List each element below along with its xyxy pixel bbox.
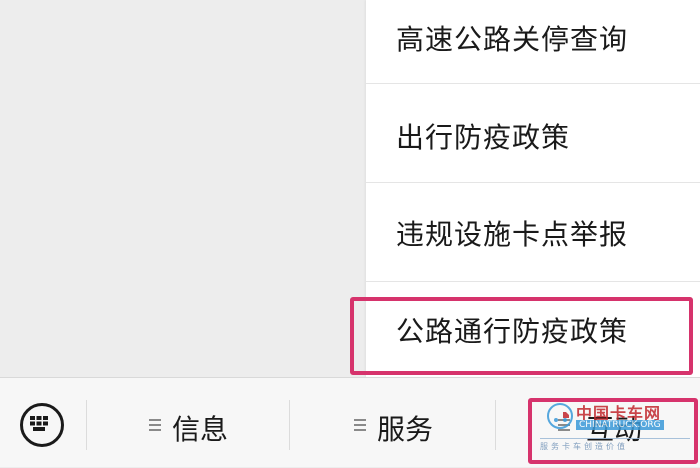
keyboard-toggle-button[interactable] bbox=[20, 403, 64, 447]
menu-item-label: 出行防疫政策 bbox=[396, 121, 571, 154]
tab-info[interactable]: 信息 bbox=[86, 378, 288, 468]
menu-item-label: 违规设施卡点举报 bbox=[396, 218, 629, 251]
menu-lines-icon bbox=[354, 419, 366, 431]
menu-item-highway-pass-policy[interactable]: 公路通行防疫政策 bbox=[366, 282, 700, 377]
bottom-menu-bar: 信息 服务 互动 bbox=[0, 377, 700, 467]
menu-item-checkpoint-report[interactable]: 违规设施卡点举报 bbox=[366, 183, 700, 282]
menu-item-travel-policy[interactable]: 出行防疫政策 bbox=[366, 84, 700, 183]
tab-label: 服务 bbox=[377, 413, 434, 446]
tab-label: 互动 bbox=[586, 413, 643, 446]
keyboard-icon bbox=[30, 416, 48, 431]
popup-menu: 高速公路关停查询 出行防疫政策 违规设施卡点举报 公路通行防疫政策 bbox=[366, 0, 700, 377]
menu-lines-icon bbox=[149, 419, 161, 431]
tab-interact[interactable]: 互动 bbox=[496, 378, 700, 468]
chat-screen: 高速公路关停查询 出行防疫政策 违规设施卡点举报 公路通行防疫政策 信息 服务 … bbox=[0, 0, 700, 467]
menu-item-label: 公路通行防疫政策 bbox=[396, 315, 629, 348]
tab-label: 信息 bbox=[172, 413, 229, 446]
tab-service[interactable]: 服务 bbox=[290, 378, 494, 468]
menu-lines-icon bbox=[558, 419, 570, 431]
menu-item-highway-closure-query[interactable]: 高速公路关停查询 bbox=[366, 0, 700, 84]
menu-item-label: 高速公路关停查询 bbox=[396, 23, 629, 56]
